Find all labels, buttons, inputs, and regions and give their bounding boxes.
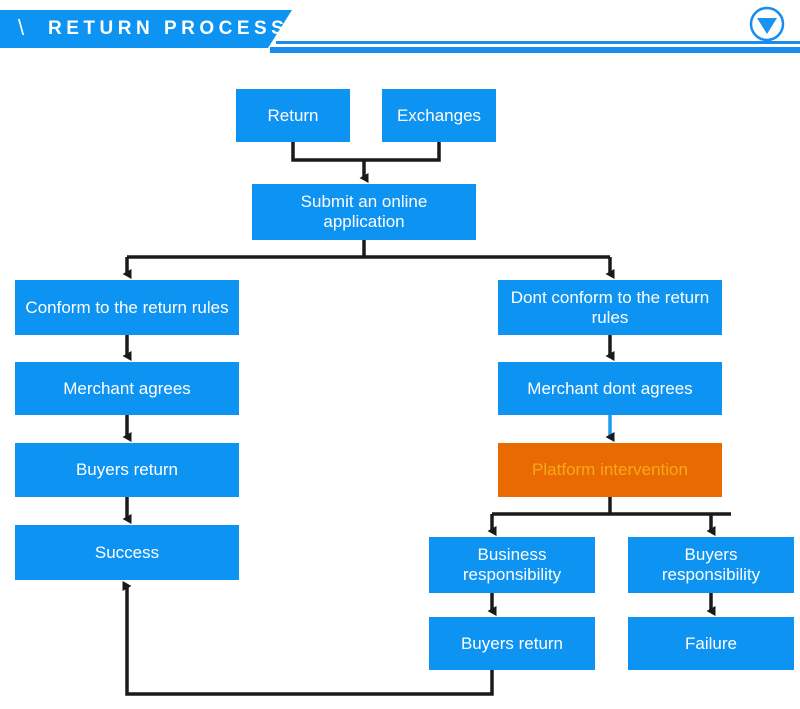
header-accent-line-thick	[270, 47, 800, 53]
node-return-label: Return	[267, 105, 319, 125]
edge-exchanges-to-submit	[364, 142, 441, 162]
node-merchant-agrees-label: Merchant agrees	[63, 378, 191, 398]
header-slash-decoration: \	[18, 15, 25, 40]
node-exchanges-label: Exchanges	[396, 105, 482, 125]
node-conform-to-return-rules[interactable]: Conform to the return rules	[15, 280, 239, 335]
return-process-flowchart: Return Exchanges Submit an online applic…	[0, 58, 800, 709]
header-accent-line-thin	[276, 41, 800, 44]
node-submit-online-application[interactable]: Submit an online application	[252, 184, 476, 240]
node-merchant-agrees[interactable]: Merchant agrees	[15, 362, 239, 415]
node-buyers-return-mid[interactable]: Buyers return	[429, 617, 595, 670]
node-conform-to-return-rules-label: Conform to the return rules	[25, 297, 229, 317]
node-exchanges[interactable]: Exchanges	[382, 89, 496, 142]
node-success[interactable]: Success	[15, 525, 239, 580]
node-buyers-return-left[interactable]: Buyers return	[15, 443, 239, 497]
node-buyers-return-mid-label: Buyers return	[460, 633, 564, 653]
node-business-responsibility-label: Business responsibility	[462, 545, 562, 584]
node-buyers-return-left-label: Buyers return	[75, 460, 179, 479]
edge-return-to-submit	[291, 142, 364, 162]
page-title: RETURN PROCESS	[48, 18, 289, 39]
node-merchant-dont-agrees[interactable]: Merchant dont agrees	[498, 362, 722, 415]
node-failure-label: Failure	[685, 633, 737, 653]
page-header: \ RETURN PROCESS	[0, 0, 800, 58]
node-dont-conform-to-return-rules-label: Dont conform to the return rules	[510, 287, 710, 327]
node-business-responsibility[interactable]: Business responsibility	[429, 537, 595, 593]
node-merchant-dont-agrees-label: Merchant dont agrees	[527, 378, 693, 398]
node-return[interactable]: Return	[236, 89, 350, 142]
chevron-down-circle-icon[interactable]	[749, 6, 785, 42]
node-buyers-responsibility-label: Buyers responsibility	[661, 545, 761, 584]
node-failure[interactable]: Failure	[628, 617, 794, 670]
node-success-label: Success	[94, 542, 160, 562]
node-platform-intervention[interactable]: Platform intervention	[498, 443, 722, 497]
node-platform-intervention-label: Platform intervention	[532, 460, 688, 479]
node-dont-conform-to-return-rules[interactable]: Dont conform to the return rules	[498, 280, 722, 335]
node-submit-online-application-label: Submit an online application	[300, 192, 428, 231]
node-buyers-responsibility[interactable]: Buyers responsibility	[628, 537, 794, 593]
